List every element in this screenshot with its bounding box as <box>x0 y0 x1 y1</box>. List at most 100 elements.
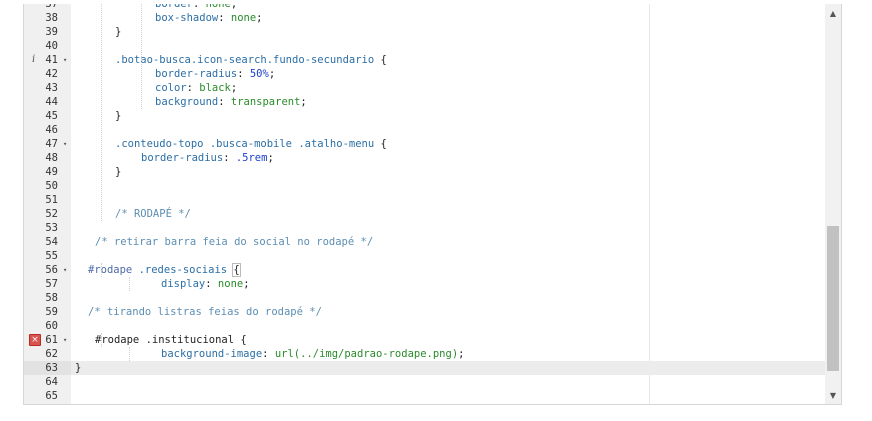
code-line[interactable]: display: none; <box>71 277 825 291</box>
code-token: border-radius <box>141 152 224 164</box>
indent-guide <box>101 4 102 221</box>
code-line[interactable] <box>71 375 825 389</box>
code-line[interactable]: } <box>71 361 825 375</box>
gutter-line-65: 65 <box>24 389 71 403</box>
fold-arrow-icon[interactable]: ▾ <box>63 263 67 277</box>
code-line[interactable] <box>71 193 825 207</box>
indent-guide <box>141 4 142 109</box>
gutter-line-38: 38 <box>24 11 71 25</box>
gutter-line-37: 37 <box>24 4 71 11</box>
fold-arrow-icon[interactable]: ▾ <box>63 333 67 347</box>
code-line[interactable]: box-shadow: none; <box>71 11 825 25</box>
code-token: : <box>223 152 236 164</box>
gutter-line-63: 63 <box>24 361 71 375</box>
code-token: url(../img/padrao-rodape.png) <box>274 348 459 360</box>
line-number: 51 <box>45 194 58 206</box>
code-token: ; <box>300 96 307 108</box>
code-line[interactable]: .conteudo-topo .busca-mobile .atalho-men… <box>71 137 825 151</box>
line-number: 55 <box>45 250 58 262</box>
line-number: 62 <box>45 348 58 360</box>
code-token: } <box>115 166 122 178</box>
gutter-line-48: 48 <box>24 151 71 165</box>
code-token: #rodape .institucional { <box>95 334 247 346</box>
code-token: { <box>380 138 387 150</box>
code-text: #rodape .institucional { <box>95 334 247 346</box>
gutter-line-52: 52 <box>24 207 71 221</box>
line-number: 64 <box>45 376 58 388</box>
code-line[interactable]: #rodape .institucional { <box>71 333 825 347</box>
code-line[interactable] <box>71 389 825 403</box>
code-token: : <box>186 82 200 94</box>
code-line[interactable]: border-radius: 50%; <box>71 67 825 81</box>
line-number: 45 <box>45 110 58 122</box>
gutter-line-47: 47 ▾ <box>24 137 71 151</box>
code-line[interactable]: } <box>71 109 825 123</box>
code-line[interactable] <box>71 291 825 305</box>
indent-guide <box>101 263 102 277</box>
line-number: 38 <box>45 12 58 24</box>
fold-arrow-icon[interactable]: ▾ <box>63 53 67 67</box>
code-token: } <box>115 110 122 122</box>
code-line[interactable]: /* retirar barra feia do social no rodap… <box>71 235 825 249</box>
code-token: box-shadow <box>155 12 219 24</box>
code-token: black <box>199 82 231 94</box>
code-line[interactable]: background-image: url(../img/padrao-roda… <box>71 347 825 361</box>
code-token: ; <box>458 348 465 360</box>
code-line[interactable]: } <box>71 25 825 39</box>
gutter-line-39: 39 <box>24 25 71 39</box>
line-number: 50 <box>45 180 58 192</box>
code-line[interactable] <box>71 319 825 333</box>
code-line[interactable]: } <box>71 165 825 179</box>
code-token: ; <box>243 278 250 290</box>
line-number: 57 <box>45 278 58 290</box>
code-line[interactable]: /* tirando listras feias do rodapé */ <box>71 305 825 319</box>
code-text: border: none; <box>155 4 237 10</box>
code-area[interactable]: border: none; box-shadow: none;} .botao-bu… <box>71 4 825 404</box>
code-token: } <box>115 26 122 38</box>
code-text: /* RODAPÉ */ <box>115 208 191 220</box>
scroll-down-arrow-icon[interactable]: ▼ <box>825 388 841 404</box>
code-text: /* retirar barra feia do social no rodap… <box>95 236 373 248</box>
code-line[interactable]: .botao-busca.icon-search.fundo-secundari… <box>71 53 825 67</box>
code-text: } <box>75 362 81 374</box>
code-line[interactable] <box>71 221 825 235</box>
gutter-line-53: 53 <box>24 221 71 235</box>
code-text: #rodape .redes-sociais { <box>88 263 241 277</box>
code-line[interactable] <box>71 179 825 193</box>
line-number: 52 <box>45 208 58 220</box>
line-number: 43 <box>45 82 58 94</box>
code-token: background <box>155 96 219 108</box>
gutter-line-44: 44 <box>24 95 71 109</box>
line-number: 63 <box>45 362 58 374</box>
gutter-line-56: 56 ▾ <box>24 263 71 277</box>
code-line[interactable]: border-radius: .5rem; <box>71 151 825 165</box>
gutter-line-42: 42 <box>24 67 71 81</box>
code-editor[interactable]: 37 38 39 40 41 ▾ i 42 43 44 45 46 47 ▾ 48 49 50 51 52 53 54 5… <box>23 4 842 405</box>
error-icon[interactable]: × <box>29 334 41 346</box>
code-token: ; <box>230 82 238 94</box>
fold-arrow-icon[interactable]: ▾ <box>63 137 67 151</box>
code-line[interactable]: background: transparent; <box>71 95 825 109</box>
code-line[interactable]: color: black; <box>71 81 825 95</box>
code-line[interactable]: /* RODAPÉ */ <box>71 207 825 221</box>
code-line[interactable]: #rodape .redes-sociais { <box>71 263 825 277</box>
gutter-line-60: 60 <box>24 319 71 333</box>
info-icon[interactable]: i <box>32 53 35 67</box>
scroll-up-arrow-icon[interactable]: ▲ <box>825 6 841 22</box>
vertical-scrollbar[interactable]: ▲ ▼ <box>825 4 841 404</box>
gutter-line-61: 61 ▾ × <box>24 333 71 347</box>
indent-guide <box>129 347 130 361</box>
code-token: : <box>192 4 206 10</box>
code-token: display <box>161 278 206 290</box>
code-token: } <box>75 362 82 374</box>
code-line[interactable] <box>71 123 825 137</box>
code-line[interactable] <box>71 249 825 263</box>
code-line[interactable] <box>71 39 825 53</box>
code-line[interactable]: border: none; <box>71 4 825 11</box>
line-number: 47 <box>45 138 58 150</box>
code-token: /* tirando listras feias do rodapé */ <box>88 306 322 318</box>
code-token: transparent <box>230 96 301 108</box>
scrollbar-thumb[interactable] <box>827 225 839 372</box>
code-token: ; <box>230 4 238 10</box>
code-token: #rodape <box>88 264 133 276</box>
